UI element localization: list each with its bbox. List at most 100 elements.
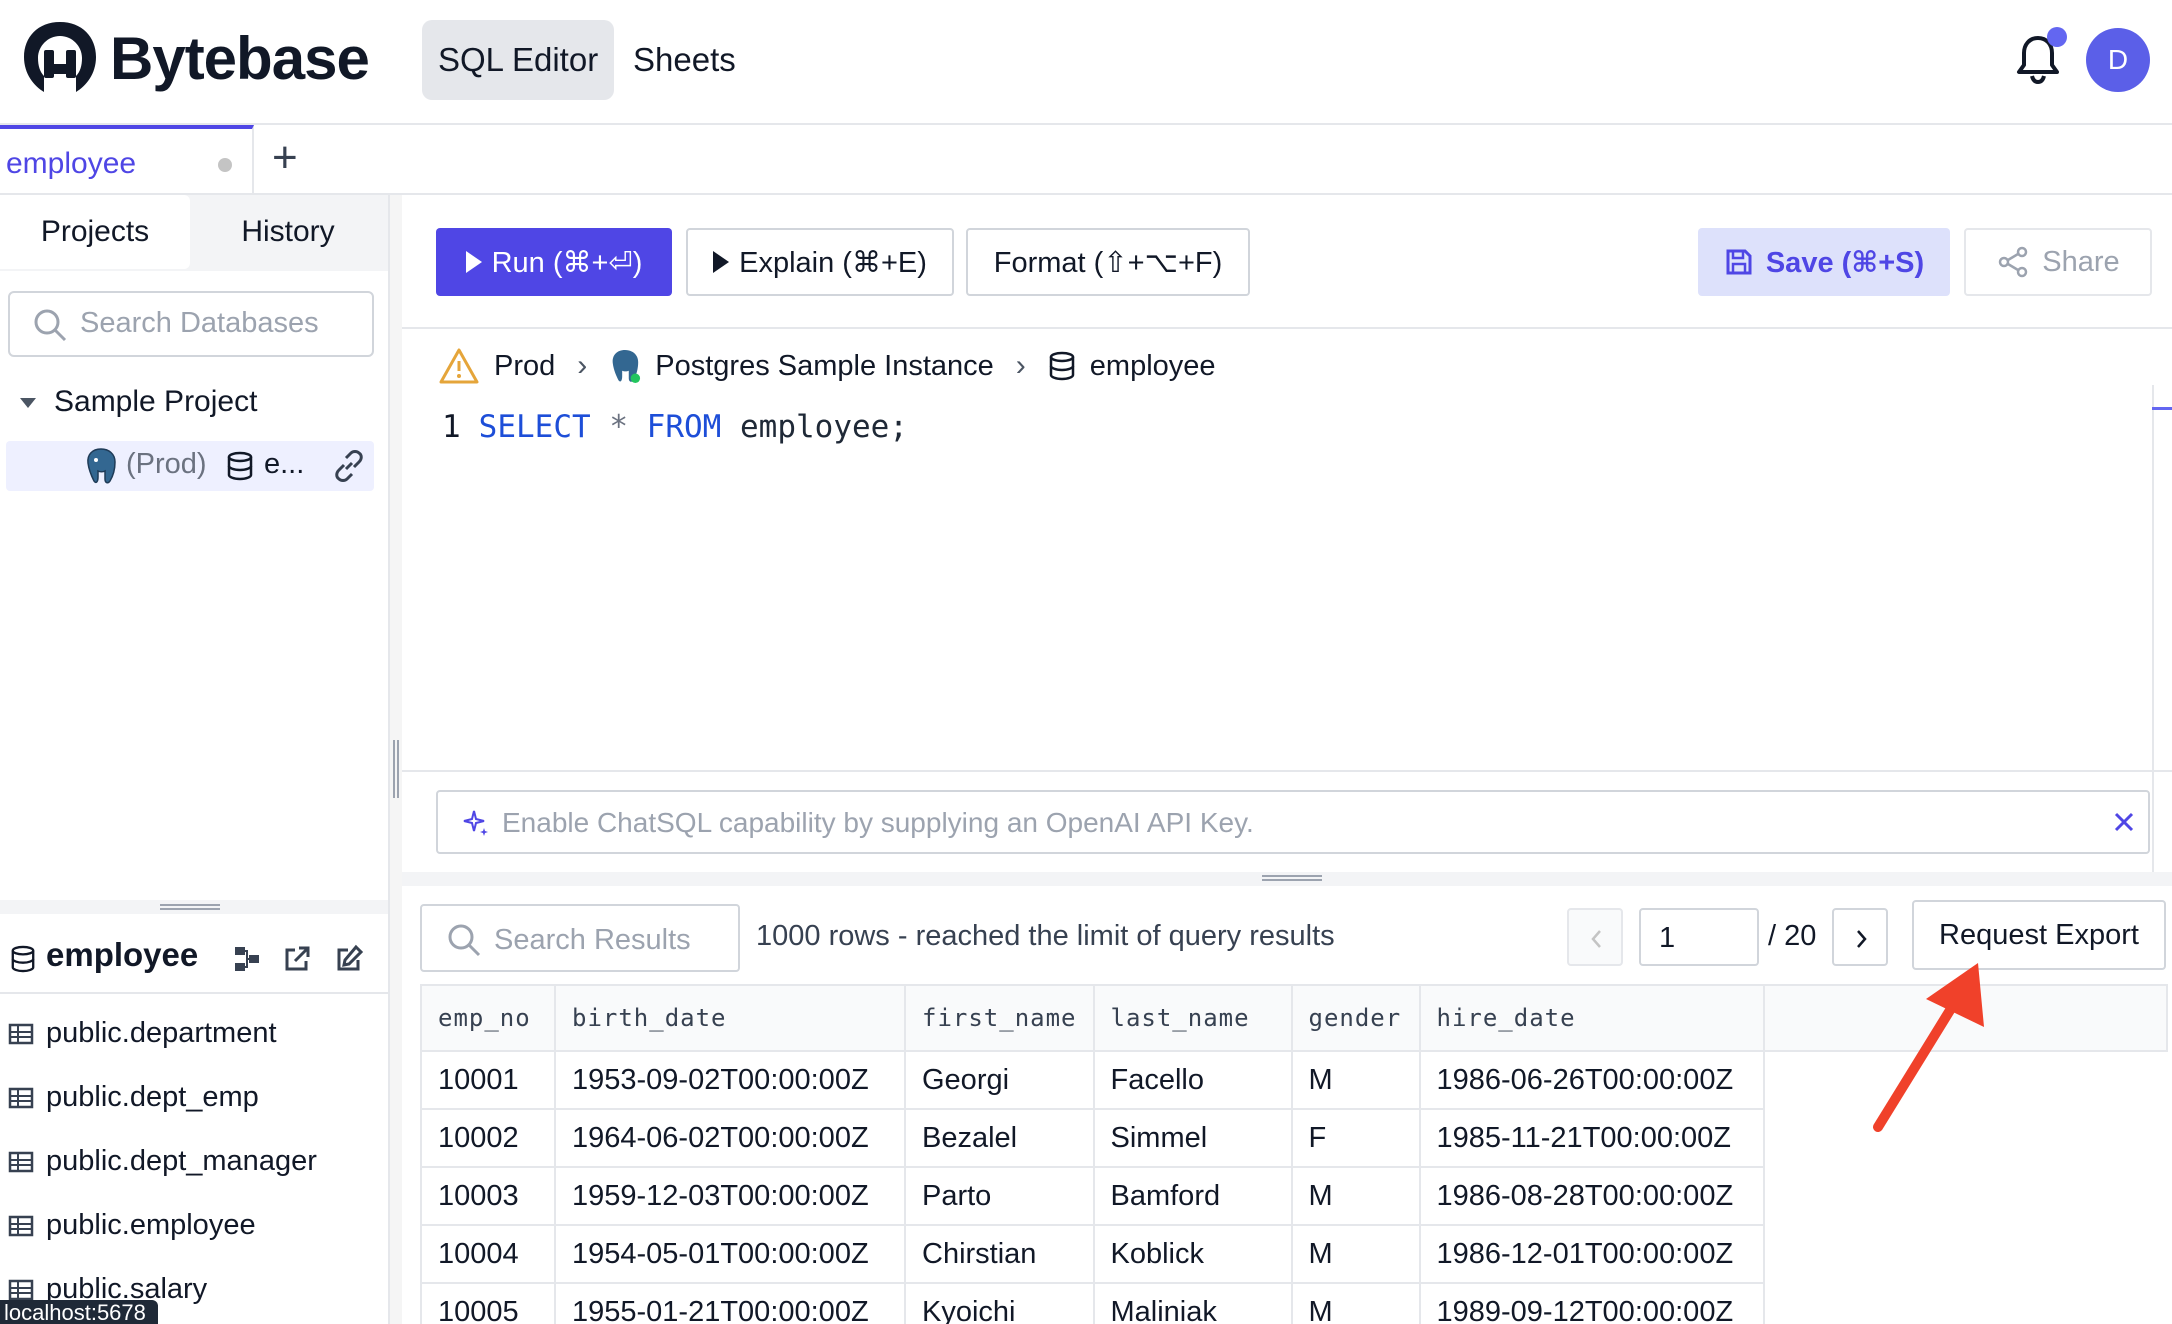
table-cell[interactable]: Georgi [904, 1050, 1095, 1110]
table-cell[interactable]: F [1290, 1108, 1421, 1168]
annotation-arrow-icon [1873, 963, 1984, 1132]
table-item[interactable]: public.dept_manager [8, 1145, 317, 1185]
table-cell[interactable]: Maliniak [1092, 1282, 1293, 1324]
column-header[interactable]: last_name [1092, 984, 1293, 1052]
edit-icon[interactable] [334, 944, 364, 974]
chatsql-placeholder: Enable ChatSQL capability by supplying a… [502, 807, 1254, 838]
table-cell[interactable]: 1985-11-21T00:00:00Z [1418, 1108, 1765, 1168]
breadcrumb-database[interactable]: employee [1090, 350, 1216, 383]
search-databases-placeholder: Search Databases [80, 307, 319, 339]
postgres-icon [609, 348, 641, 384]
avatar[interactable]: D [2086, 28, 2150, 92]
table-cell[interactable]: 1986-08-28T00:00:00Z [1418, 1166, 1765, 1226]
table-cell[interactable]: 10005 [420, 1282, 556, 1324]
left-sidebar: Projects History Search Databases Sample… [0, 195, 390, 1324]
table-cell[interactable]: 1955-01-21T00:00:00Z [554, 1282, 906, 1324]
line-number: 1 [442, 409, 461, 445]
table-name: public.employee [46, 1209, 256, 1241]
table-cell[interactable]: 10002 [420, 1108, 556, 1168]
table-cell[interactable]: Facello [1092, 1050, 1293, 1110]
chatsql-banner[interactable]: Enable ChatSQL capability by supplying a… [436, 790, 2150, 854]
table-name: public.department [46, 1017, 277, 1049]
column-header[interactable]: birth_date [554, 984, 906, 1052]
chevron-right-icon: › [577, 349, 588, 382]
table-icon [8, 1088, 34, 1109]
table-cell[interactable]: Bamford [1092, 1166, 1293, 1226]
sql-keyword: SELECT [478, 409, 591, 445]
tab-history[interactable]: History [190, 195, 386, 269]
column-header[interactable]: hire_date [1418, 984, 1765, 1052]
table-cell[interactable]: 1954-05-01T00:00:00Z [554, 1224, 906, 1284]
page-total: / 20 [1768, 920, 1817, 952]
column-header[interactable]: emp_no [420, 984, 556, 1052]
nav-sql-editor[interactable]: SQL Editor [422, 20, 615, 100]
table-cell[interactable]: Parto [904, 1166, 1095, 1226]
bytebase-logo-icon [24, 22, 96, 92]
table-cell[interactable]: M [1290, 1050, 1421, 1110]
splitter-grip-icon [1262, 875, 1322, 881]
search-databases-input[interactable]: Search Databases [8, 291, 374, 357]
table-cell[interactable]: Bezalel [904, 1108, 1095, 1168]
nav-sheets[interactable]: Sheets [617, 20, 752, 100]
play-icon [713, 251, 730, 273]
project-name: Sample Project [54, 385, 258, 418]
tree-project[interactable]: Sample Project [20, 385, 257, 419]
add-tab-button[interactable]: + [272, 133, 298, 183]
sql-operator: * [609, 409, 628, 445]
tab-employee[interactable]: employee [0, 125, 254, 195]
table-cell[interactable]: 1953-09-02T00:00:00Z [554, 1050, 906, 1110]
table-cell[interactable]: M [1290, 1282, 1421, 1324]
run-button[interactable]: Run (⌘+⏎) [436, 228, 672, 296]
explain-label: Explain (⌘+E) [739, 246, 927, 279]
breadcrumb-instance[interactable]: Postgres Sample Instance [655, 350, 994, 383]
column-header[interactable]: first_name [904, 984, 1095, 1052]
link-icon[interactable] [332, 449, 366, 483]
share-label: Share [2042, 245, 2120, 278]
db-env-label: (Prod) [126, 448, 207, 480]
format-button[interactable]: Format (⇧+⌥+F) [966, 228, 1250, 296]
table-cell[interactable]: 1986-06-26T00:00:00Z [1418, 1050, 1765, 1110]
column-header[interactable]: gender [1290, 984, 1421, 1052]
table-cell[interactable]: 10001 [420, 1050, 556, 1110]
table-name: public.dept_manager [46, 1145, 317, 1177]
page-number-input[interactable]: 1 [1639, 908, 1759, 966]
table-cell[interactable]: 1989-09-12T00:00:00Z [1418, 1282, 1765, 1324]
schema-diagram-icon[interactable] [232, 944, 262, 974]
table-cell[interactable]: 10004 [420, 1224, 556, 1284]
save-button[interactable]: Save (⌘+S) [1698, 228, 1950, 296]
tab-projects[interactable]: Projects [0, 195, 190, 269]
prev-page-button[interactable] [1567, 908, 1623, 966]
table-item[interactable]: public.department [8, 1017, 277, 1057]
table-cell[interactable]: M [1290, 1224, 1421, 1284]
tree-database-item[interactable]: (Prod) e... [6, 441, 374, 491]
tab-label: employee [6, 147, 137, 180]
breadcrumb-env[interactable]: Prod [494, 350, 555, 383]
table-item[interactable]: public.employee [8, 1209, 256, 1249]
bytebase-logo[interactable]: Bytebase [22, 20, 370, 96]
table-cell[interactable]: 1986-12-01T00:00:00Z [1418, 1224, 1765, 1284]
table-cell[interactable]: Kyoichi [904, 1282, 1095, 1324]
table-icon [8, 1024, 34, 1045]
vertical-grip-icon[interactable] [393, 740, 399, 798]
table-cell[interactable]: Simmel [1092, 1108, 1293, 1168]
table-cell[interactable]: 1964-06-02T00:00:00Z [554, 1108, 906, 1168]
schema-db-title: employee [46, 936, 199, 973]
sidebar-splitter[interactable] [0, 900, 388, 914]
table-cell[interactable]: M [1290, 1166, 1421, 1226]
schema-header: employee [0, 914, 388, 994]
unsaved-dot-icon [218, 158, 232, 172]
search-results-input[interactable]: Search Results [420, 904, 740, 972]
table-cell[interactable]: 10003 [420, 1166, 556, 1226]
results-splitter[interactable] [402, 872, 2172, 886]
external-link-icon[interactable] [282, 944, 312, 974]
table-item[interactable]: public.dept_emp [8, 1081, 259, 1121]
caret-down-icon [20, 398, 36, 409]
explain-button[interactable]: Explain (⌘+E) [686, 228, 954, 296]
table-cell[interactable]: Chirstian [904, 1224, 1095, 1284]
share-button[interactable]: Share [1964, 228, 2152, 296]
postgres-icon [87, 448, 116, 484]
sql-editor[interactable]: 1 SELECT * FROM employee; [442, 409, 908, 445]
table-cell[interactable]: Koblick [1092, 1224, 1293, 1284]
table-cell[interactable]: 1959-12-03T00:00:00Z [554, 1166, 906, 1226]
close-icon[interactable] [2110, 808, 2138, 836]
